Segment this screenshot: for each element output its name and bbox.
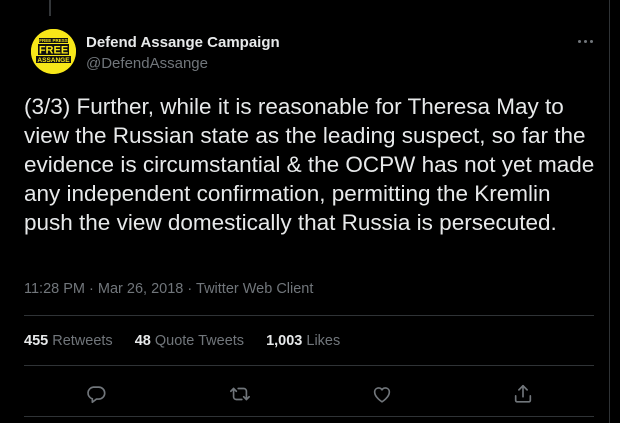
divider	[24, 365, 594, 366]
svg-text:ASSANGE: ASSANGE	[37, 57, 70, 64]
author-handle[interactable]: @DefendAssange	[86, 55, 208, 72]
retweets-count: 455	[24, 333, 49, 349]
svg-text:FREE PRESS: FREE PRESS	[39, 38, 68, 43]
svg-text:FREE: FREE	[39, 45, 68, 57]
divider	[24, 416, 594, 417]
like-icon[interactable]	[369, 381, 395, 407]
tweet-text: (3/3) Further, while it is reasonable fo…	[24, 94, 595, 235]
share-icon[interactable]	[510, 381, 536, 407]
tweet-metadata: 11:28 PM · Mar 26, 2018 · Twitter Web Cl…	[24, 281, 313, 297]
likes-count: 1,003	[266, 333, 303, 349]
quote-tweets-count: 48	[134, 333, 151, 349]
retweets-label: Retweets	[52, 333, 113, 349]
more-icon[interactable]	[572, 30, 598, 52]
scrollbar[interactable]	[610, 0, 620, 423]
quote-tweets-stat[interactable]: 48 Quote Tweets	[135, 333, 244, 349]
likes-stat[interactable]: 1,003 Likes	[266, 333, 340, 349]
meta-separator: ·	[187, 281, 193, 297]
tweet-time[interactable]: 11:28 PM	[24, 281, 85, 297]
avatar-logo: FREE PRESS FREE ASSANGE	[31, 29, 76, 74]
author-display-name[interactable]: Defend Assange Campaign	[86, 34, 280, 51]
thread-connector-line	[49, 0, 51, 16]
reply-icon[interactable]	[83, 381, 109, 407]
action-bar	[0, 381, 610, 407]
retweet-icon[interactable]	[227, 381, 253, 407]
meta-separator: ·	[89, 281, 94, 297]
retweets-stat[interactable]: 455 Retweets	[24, 333, 113, 349]
divider	[24, 315, 594, 316]
tweet-source[interactable]: Twitter Web Client	[196, 281, 313, 297]
quote-tweets-label: Quote Tweets	[154, 333, 245, 349]
likes-label: Likes	[306, 333, 341, 349]
avatar[interactable]: FREE PRESS FREE ASSANGE	[31, 29, 76, 74]
tweet-stats: 455 Retweets 48 Quote Tweets 1,003 Likes	[24, 333, 340, 349]
tweet-date[interactable]: Mar 26, 2018	[98, 281, 183, 297]
tweet-detail: FREE PRESS FREE ASSANGE Defend Assange C…	[0, 0, 610, 423]
